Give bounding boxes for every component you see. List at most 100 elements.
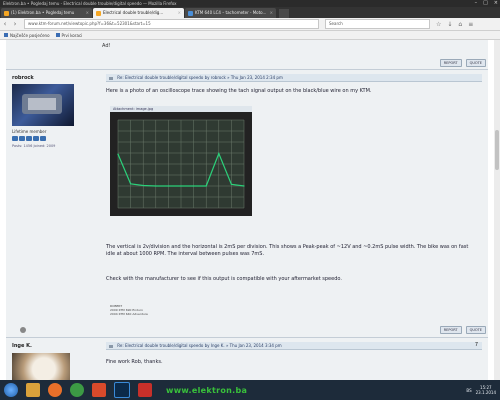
url-bar[interactable]: www.ktm-forum.net/viewtopic.php?f=36&t=5… xyxy=(24,19,319,29)
site-watermark: www.elektron.ba xyxy=(166,385,248,395)
media-player-icon[interactable] xyxy=(92,383,106,397)
page-viewport: Ad! REPORT QUOTE robrock Lifetime member… xyxy=(0,40,494,380)
post-text-main: The vertical is 2v/division and the hori… xyxy=(106,244,469,257)
data-point xyxy=(117,153,119,155)
firefox-icon[interactable] xyxy=(48,383,62,397)
bookmark-label: Najčešće posjećeno xyxy=(10,32,50,38)
user-meta: Posts: 1456 Joined: 2009 xyxy=(12,144,56,148)
tab-label: KTM 640 LC4 – tachometer - Moto... xyxy=(195,10,267,15)
rank-star-icon xyxy=(33,136,39,141)
window-title-bar: Elektron.ba • Pogledaj temu - Electrical… xyxy=(0,0,500,7)
engine-detail xyxy=(28,98,56,110)
explorer-icon[interactable] xyxy=(26,383,40,397)
data-point xyxy=(230,183,232,185)
post-divider xyxy=(6,69,488,70)
post-number: 7 xyxy=(474,342,478,348)
windows-start-icon[interactable] xyxy=(4,383,18,397)
rank-stars xyxy=(12,136,46,141)
rank-star-icon xyxy=(40,136,46,141)
system-tray: BS 15:27 23.1.2014 xyxy=(466,385,496,395)
bookmark-most-visited[interactable]: Najčešće posjećeno xyxy=(4,33,50,38)
tab-elektron[interactable]: (1) Elektron.ba • Pogledaj temu × xyxy=(1,8,92,18)
post-subject[interactable]: Re: Electrical double trouble/digital sp… xyxy=(117,343,203,348)
signature-line: 2004 KTM 640 Adventure xyxy=(110,312,148,316)
previous-post-text: Ad! xyxy=(102,43,111,49)
tab-ktm-tachometer[interactable]: KTM 640 LC4 – tachometer - Moto... × xyxy=(185,8,276,18)
data-point xyxy=(167,185,169,187)
rank-star-icon xyxy=(12,136,18,141)
post-text: Fine work Rob, thanks. xyxy=(106,359,163,365)
oscilloscope-trace-chart xyxy=(117,119,245,209)
forward-icon[interactable]: › xyxy=(10,20,20,28)
bookmark-label: Prvi koraci xyxy=(61,32,83,38)
tab-close-icon[interactable]: × xyxy=(178,8,181,18)
page-scrollbar[interactable] xyxy=(494,40,500,380)
like-icon[interactable] xyxy=(20,327,26,333)
chrome-icon[interactable] xyxy=(70,383,84,397)
post-date: by robrock » Thu Jan 23, 2014 2:34 pm xyxy=(204,75,283,80)
avatar xyxy=(12,84,74,126)
tab-close-icon[interactable]: × xyxy=(270,8,273,18)
bookmark-icon xyxy=(4,33,8,37)
data-point xyxy=(155,185,157,187)
pdf-icon[interactable] xyxy=(138,383,152,397)
data-point xyxy=(130,183,132,185)
attachment[interactable]: Attachment: image.jpg xyxy=(110,106,252,216)
clock-date: 23.1.2014 xyxy=(475,390,496,395)
data-point xyxy=(243,185,245,187)
user-rank: Lifetime member xyxy=(12,129,47,134)
tab-bar: (1) Elektron.ba • Pogledaj temu × Electr… xyxy=(0,7,500,18)
post-actions: REPORT QUOTE xyxy=(439,326,486,334)
post-text-advice: Check with the manufacturer to see if th… xyxy=(106,276,342,282)
language-indicator[interactable]: BS xyxy=(466,388,471,393)
tab-label: Electrical double trouble/dig... xyxy=(103,10,164,15)
previous-post-actions: REPORT QUOTE xyxy=(439,59,486,67)
post-header: Re: Electrical double trouble/digital sp… xyxy=(106,74,482,82)
tab-electrical-double-trouble[interactable]: Electrical double trouble/dig... × xyxy=(93,8,184,18)
quote-button[interactable]: QUOTE xyxy=(465,326,486,334)
scrollbar-thumb[interactable] xyxy=(495,130,499,170)
navigation-bar: ‹ › www.ktm-forum.net/viewtopic.php?f=36… xyxy=(0,18,500,31)
rank-star-icon xyxy=(19,136,25,141)
rank-star-icon xyxy=(26,136,32,141)
page-favicon-icon xyxy=(188,10,193,16)
post-icon xyxy=(109,344,113,348)
photoshop-icon[interactable] xyxy=(114,382,130,398)
report-button[interactable]: REPORT xyxy=(439,59,462,67)
new-tab-button[interactable] xyxy=(279,9,289,18)
forum-favicon-icon xyxy=(4,10,9,16)
minimize-icon[interactable]: – xyxy=(475,0,478,7)
post-icon xyxy=(109,76,113,80)
post-header: Re: Electrical double trouble/digital sp… xyxy=(106,342,482,350)
search-input[interactable]: Search xyxy=(325,19,430,29)
post-author[interactable]: Inge K. xyxy=(12,343,32,349)
toolbar-icons: ☆ ↓ ⌂ ≡ xyxy=(436,21,473,28)
post-text-intro: Here is a photo of an oscilloscope trace… xyxy=(106,88,372,94)
data-point xyxy=(193,185,195,187)
download-icon[interactable]: ↓ xyxy=(447,21,452,28)
post-author[interactable]: robrock xyxy=(12,75,34,81)
close-icon[interactable]: × xyxy=(494,0,498,7)
oscilloscope-photo xyxy=(110,112,252,216)
data-point xyxy=(205,185,207,187)
maximize-icon[interactable]: □ xyxy=(483,0,488,7)
back-icon[interactable]: ‹ xyxy=(0,20,10,28)
forum-topic: Ad! REPORT QUOTE robrock Lifetime member… xyxy=(6,40,488,380)
post-subject[interactable]: Re: Electrical double trouble/digital sp… xyxy=(117,75,203,80)
post-date: by Inge K. » Thu Jan 23, 2014 3:34 pm xyxy=(204,343,282,348)
bookmarks-bar: Najčešće posjećeno Prvi koraci xyxy=(0,31,500,40)
menu-icon[interactable]: ≡ xyxy=(468,21,473,28)
quote-button[interactable]: QUOTE xyxy=(465,59,486,67)
bookmark-icon xyxy=(55,33,60,37)
data-point xyxy=(142,184,144,187)
report-button[interactable]: REPORT xyxy=(439,326,462,334)
tab-close-icon[interactable]: × xyxy=(86,8,89,18)
bookmark-getting-started[interactable]: Prvi koraci xyxy=(55,32,83,38)
star-icon[interactable]: ☆ xyxy=(436,21,441,28)
data-point xyxy=(218,152,220,155)
post-divider xyxy=(6,337,488,338)
clock[interactable]: 15:27 23.1.2014 xyxy=(476,385,496,395)
data-point xyxy=(180,185,182,187)
window-controls: – □ × xyxy=(475,0,498,7)
home-icon[interactable]: ⌂ xyxy=(458,21,462,28)
